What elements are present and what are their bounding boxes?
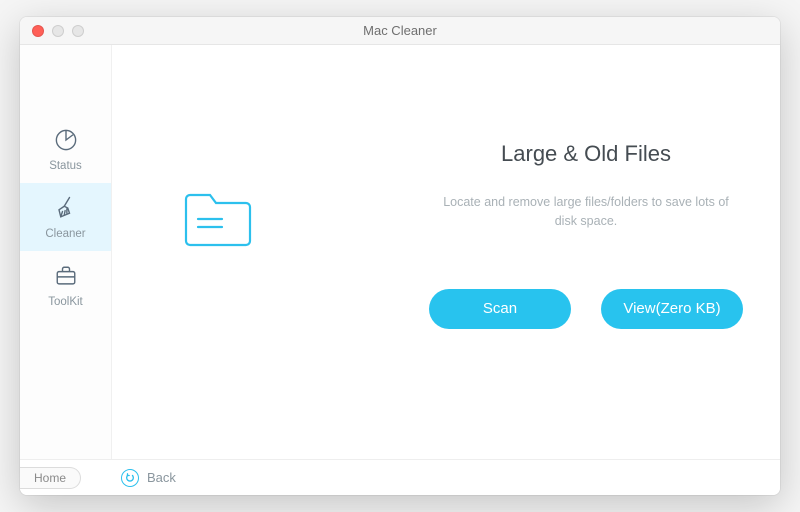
app-window: Mac Cleaner Status (20, 17, 780, 495)
window-body: Status Cleaner (20, 45, 780, 459)
footer: Home Back (20, 459, 780, 495)
sidebar-item-cleaner[interactable]: Cleaner (20, 183, 111, 251)
action-buttons: Scan View(Zero KB) (432, 289, 740, 329)
briefcase-icon (52, 262, 80, 290)
folder-icon (182, 183, 262, 258)
sidebar-item-label: ToolKit (48, 296, 83, 308)
sidebar-item-label: Status (49, 160, 82, 172)
broom-icon (52, 194, 80, 222)
sidebar-item-label: Cleaner (45, 228, 85, 240)
home-label: Home (34, 471, 66, 485)
sidebar-item-toolkit[interactable]: ToolKit (20, 251, 111, 319)
titlebar: Mac Cleaner (20, 17, 780, 45)
sidebar-item-status[interactable]: Status (20, 115, 111, 183)
pie-chart-icon (52, 126, 80, 154)
minimize-window-button[interactable] (52, 25, 64, 37)
scan-button[interactable]: Scan (429, 289, 571, 329)
window-title: Mac Cleaner (20, 23, 780, 38)
close-window-button[interactable] (32, 25, 44, 37)
view-button[interactable]: View(Zero KB) (601, 289, 743, 329)
undo-icon (121, 469, 139, 487)
page-subtext: Locate and remove large files/folders to… (436, 193, 736, 231)
home-tab[interactable]: Home (20, 467, 81, 489)
main-panel: Large & Old Files Locate and remove larg… (112, 45, 780, 459)
traffic-lights (32, 25, 84, 37)
back-label: Back (147, 470, 176, 485)
page-heading: Large & Old Files (432, 141, 740, 167)
content-area: Large & Old Files Locate and remove larg… (432, 141, 740, 329)
maximize-window-button[interactable] (72, 25, 84, 37)
back-button[interactable]: Back (121, 469, 176, 487)
sidebar: Status Cleaner (20, 45, 112, 459)
